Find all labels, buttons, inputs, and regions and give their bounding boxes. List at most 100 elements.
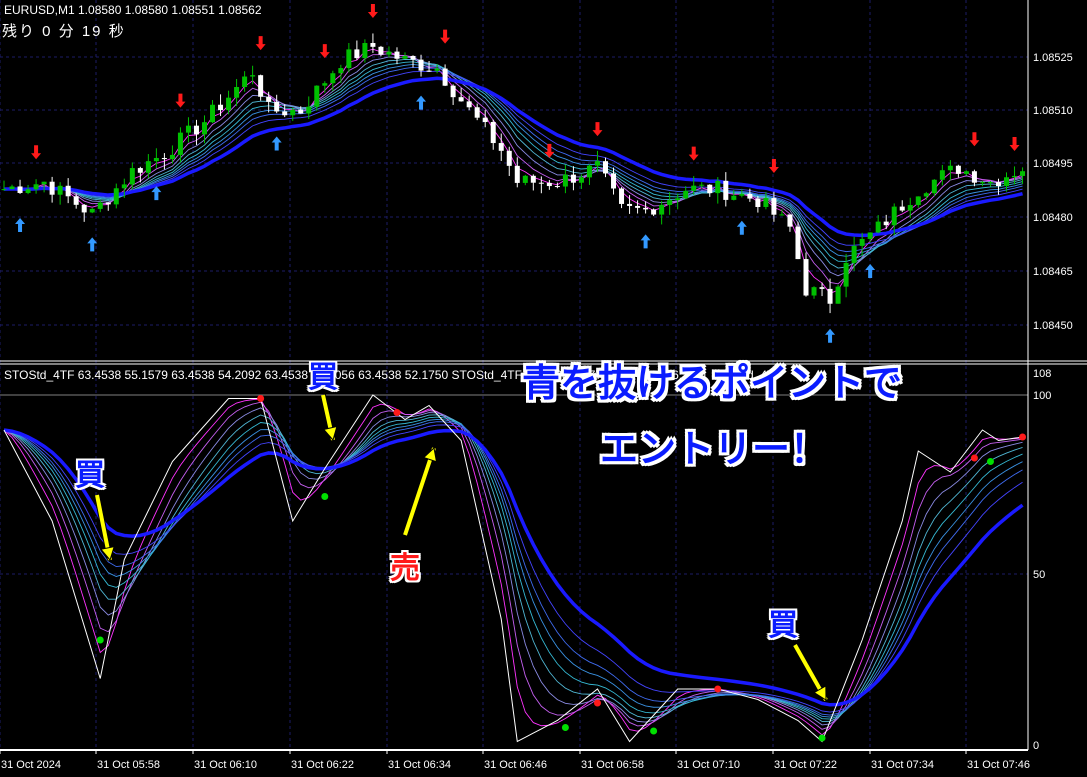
time-tick-label: 31 Oct 06:10 [194, 759, 257, 771]
price-tick-label: 1.08450 [1033, 320, 1073, 332]
green-signal-dot [986, 458, 994, 465]
candle-body [378, 46, 384, 55]
candle-body [242, 76, 248, 88]
candle-body [354, 49, 360, 59]
candle-body [193, 125, 199, 135]
candle-body [939, 170, 945, 180]
candle-body [594, 161, 600, 166]
green-signal-dot [650, 727, 658, 735]
candle-body [161, 157, 167, 160]
candle-body [113, 188, 119, 205]
headline-line-2: エントリー！ [600, 427, 829, 471]
candle-body [755, 198, 761, 207]
buy-annotation-2: 買 [308, 360, 338, 395]
candle-body [290, 109, 296, 116]
candle-body [627, 203, 633, 206]
sell-signal-arrow-icon [544, 143, 555, 158]
buy-signal-arrow-icon [87, 237, 98, 252]
candle-body [611, 173, 617, 189]
sell-signal-arrow-icon [688, 146, 699, 161]
buy-signal-arrow-icon [825, 328, 836, 343]
sell-signal-arrow-icon [319, 44, 330, 59]
candle-body [434, 68, 440, 71]
candle-body [506, 150, 512, 166]
price-tick-label: 1.08495 [1033, 158, 1073, 170]
green-signal-dot [818, 734, 826, 742]
candle-body [474, 107, 480, 118]
candle-body [875, 221, 881, 233]
candle-body [546, 182, 552, 187]
candle-body [298, 109, 304, 114]
candle-body [41, 181, 47, 185]
candle-body [707, 184, 713, 194]
buy-annotation-3: 買 [768, 608, 798, 643]
candle-body [482, 117, 488, 122]
candle-body [971, 171, 977, 183]
time-tick-label: 31 Oct 06:58 [581, 759, 644, 771]
candle-body [394, 51, 400, 59]
candle-body [514, 165, 520, 183]
candle-body [386, 51, 392, 55]
time-tick-label: 31 Oct 05:58 [97, 759, 160, 771]
candle-body [795, 226, 801, 260]
candle-body [1012, 175, 1018, 178]
candle-body [899, 206, 905, 211]
buy-annotation-1: 買 [75, 458, 105, 493]
stoch-tick-label: 108 [1033, 368, 1051, 380]
candle-body [370, 43, 376, 47]
candle-body [619, 188, 625, 204]
candle-body [458, 97, 464, 102]
candle-body [667, 200, 673, 205]
candle-body [306, 106, 312, 114]
candle-body [338, 68, 344, 74]
candle-body [683, 190, 689, 199]
sell-signal-arrow-icon [969, 132, 980, 147]
candle-body [1020, 171, 1026, 176]
red-signal-dot [593, 699, 601, 707]
candle-body [570, 174, 576, 183]
candle-body [723, 180, 729, 200]
candle-body [25, 189, 31, 193]
candle-body [931, 179, 937, 194]
buy-signal-arrow-icon [416, 95, 427, 110]
symbol-header: EURUSD,M1 1.08580 1.08580 1.08551 1.0856… [4, 3, 262, 17]
candle-body [498, 143, 504, 151]
candle-body [659, 204, 665, 215]
red-signal-dot [714, 685, 722, 693]
candle-body [955, 165, 961, 174]
candle-body [691, 185, 697, 191]
candle-body [635, 205, 641, 208]
stoch-tick-label: 50 [1033, 569, 1045, 581]
sell-signal-arrow-icon [255, 36, 266, 51]
candle-body [250, 75, 256, 77]
candle-body [771, 198, 777, 215]
candle-body [675, 198, 681, 201]
candle-body [426, 70, 432, 72]
green-signal-dot [561, 724, 569, 731]
candle-body [1, 189, 7, 191]
candle-body [811, 287, 817, 296]
candle-body [554, 186, 560, 188]
candle-body [210, 104, 216, 123]
candle-body [410, 55, 416, 60]
candle-body [185, 125, 191, 133]
candle-body [538, 182, 544, 184]
candle-body [867, 232, 873, 239]
candle-body [739, 193, 745, 196]
candle-body [586, 165, 592, 178]
candle-body [314, 85, 320, 107]
candle-body [145, 161, 151, 173]
candle-body [402, 55, 408, 59]
time-tick-label: 31 Oct 06:34 [388, 759, 451, 771]
candle-body [731, 195, 737, 200]
candle-body [226, 97, 232, 111]
buy-signal-arrow-icon [640, 234, 651, 249]
candle-body [105, 202, 111, 205]
candle-body [603, 161, 608, 174]
headline-line-1: 青を抜けるポイントで [522, 361, 903, 405]
candle-body [1004, 177, 1009, 187]
red-signal-dot [1019, 433, 1027, 441]
candle-body [258, 75, 264, 97]
candle-body [129, 168, 135, 185]
stoch-ribbon-line [3, 414, 1023, 722]
